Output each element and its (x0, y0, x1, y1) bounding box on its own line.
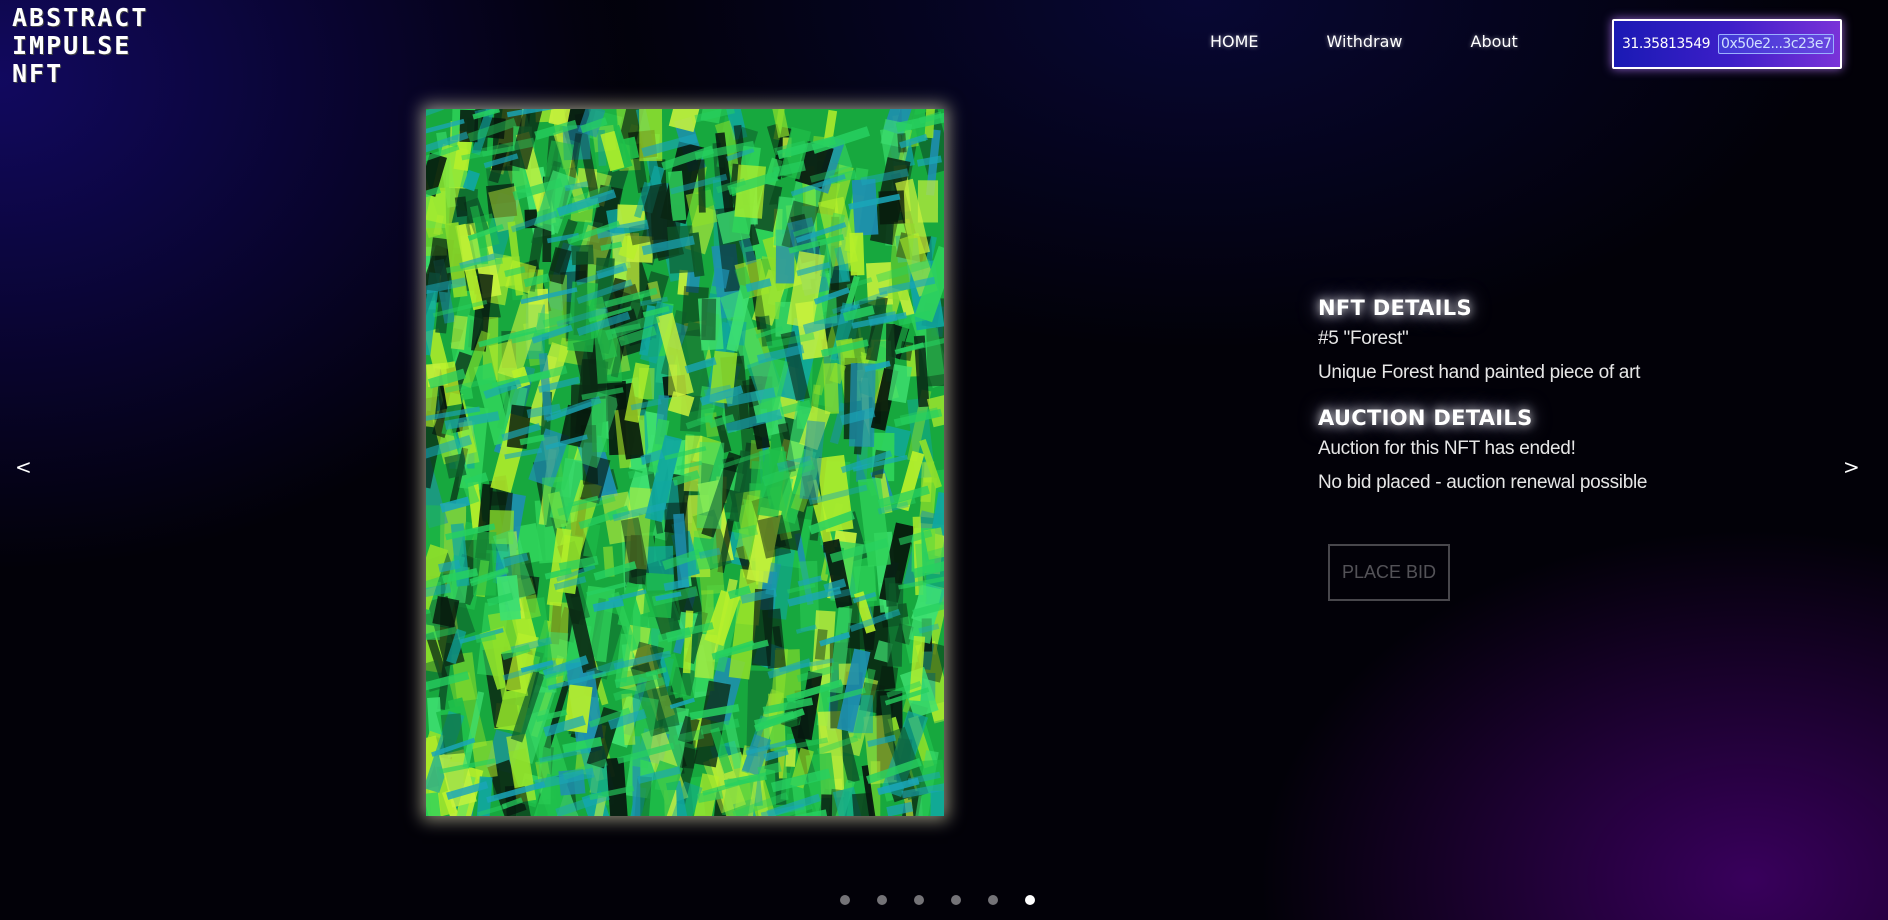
place-bid-button[interactable]: PLACE BID (1328, 544, 1450, 601)
main-nav: HOME Withdraw About (1210, 32, 1586, 51)
carousel-dot-4[interactable] (951, 895, 961, 905)
auction-note: No bid placed - auction renewal possible (1318, 472, 1648, 493)
auction-details-heading: AUCTION DETAILS (1318, 406, 1533, 430)
carousel-next-button[interactable]: > (1843, 455, 1860, 479)
logo-line-3: NFT (12, 59, 64, 88)
nft-details-panel: NFT DETAILS #5 "Forest" Unique Forest ha… (1318, 296, 1718, 506)
carousel-dot-6[interactable] (1025, 895, 1035, 905)
nav-about-link[interactable]: About (1471, 32, 1518, 51)
carousel-prev-button[interactable]: < (15, 455, 32, 479)
nft-artwork (426, 109, 944, 816)
wallet-button[interactable]: 31.35813549 0x50e2...3c23e7 (1612, 19, 1842, 69)
auction-status: Auction for this NFT has ended! (1318, 438, 1576, 459)
nav-withdraw-link[interactable]: Withdraw (1327, 32, 1403, 51)
forest-painting-image (426, 109, 944, 816)
carousel-dot-3[interactable] (914, 895, 924, 905)
nav-home-link[interactable]: HOME (1210, 32, 1259, 51)
carousel-dots (840, 895, 1035, 905)
nft-title: #5 "Forest" (1318, 328, 1409, 349)
wallet-balance: 31.35813549 (1622, 36, 1711, 52)
wallet-address: 0x50e2...3c23e7 (1718, 34, 1835, 54)
carousel-dot-1[interactable] (840, 895, 850, 905)
logo-line-1: ABSTRACT (12, 3, 149, 32)
carousel-dot-5[interactable] (988, 895, 998, 905)
nft-details-heading: NFT DETAILS (1318, 296, 1472, 320)
carousel-dot-2[interactable] (877, 895, 887, 905)
nft-description: Unique Forest hand painted piece of art (1318, 362, 1641, 383)
logo-line-2: IMPULSE (12, 31, 132, 60)
site-logo[interactable]: ABSTRACT IMPULSE NFT (12, 4, 148, 88)
